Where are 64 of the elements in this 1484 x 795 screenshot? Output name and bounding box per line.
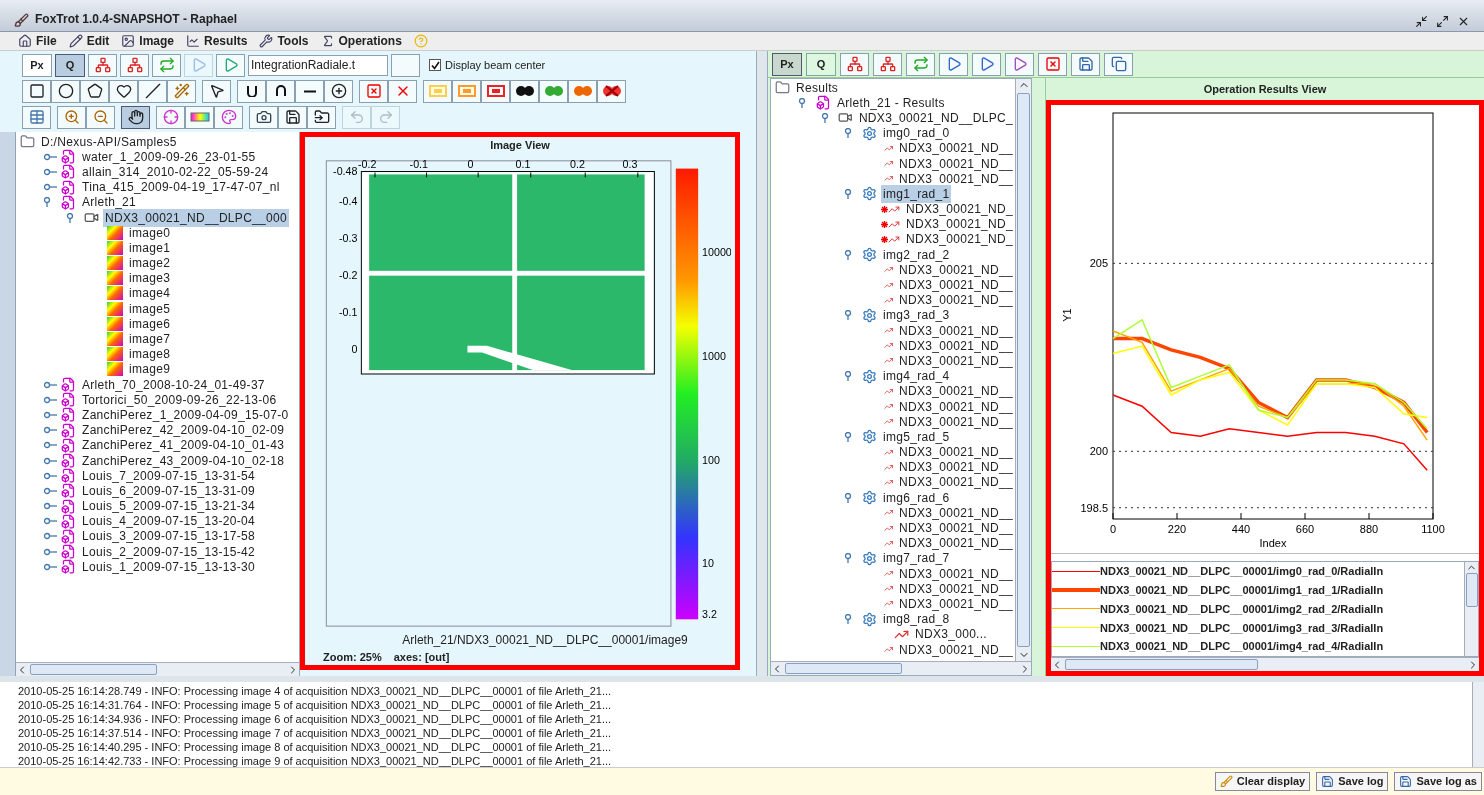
x-axis-title: Index xyxy=(1259,537,1287,549)
axis-tick-label: -0.2 xyxy=(358,157,377,170)
axis-tick-label: 0 xyxy=(467,157,474,170)
zoom-label: Zoom: 25% xyxy=(323,649,382,665)
y-axis-title: Y1 xyxy=(1061,308,1073,322)
axis-tick-label: 0.1 xyxy=(515,157,531,170)
x-tick-label: 440 xyxy=(1231,523,1251,535)
menu-item[interactable]: Image xyxy=(121,32,175,50)
axis-tick-label: -0.1 xyxy=(409,157,428,170)
color-scale-label: 10 xyxy=(702,556,714,569)
color-scale-label: 3.2 xyxy=(702,607,717,620)
axis-tick-label: -0.3 xyxy=(339,231,358,244)
color-scale-label: 10000 xyxy=(702,245,731,258)
x-tick-label: 880 xyxy=(1359,523,1379,535)
log-button[interactable]: Save log as xyxy=(1394,772,1482,791)
axis-tick-label: -0.1 xyxy=(339,305,358,318)
log-button[interactable]: Clear display xyxy=(1214,772,1311,791)
tree-node-label[interactable]: NDX3_00021_ND__DLPC__000 xyxy=(103,208,289,227)
legend-label[interactable]: NDX3_00021_ND__DLPC__00001/img0_rad_0/RadialIn xyxy=(1100,563,1384,580)
axis-tick-label: -0.48 xyxy=(333,164,358,177)
y-tick-label: 198.5 xyxy=(1080,501,1108,514)
axis-tick-label: 0.2 xyxy=(570,157,585,170)
x-tick-label: 1100 xyxy=(1421,523,1445,535)
menu-item[interactable]: Operations xyxy=(320,32,402,50)
panel-title: Image View xyxy=(490,138,550,153)
tree-node-label[interactable]: allain_314_2010-02-22_05-59-24 xyxy=(80,162,271,181)
color-scale-label: 1000 xyxy=(702,349,726,362)
tree-node-label[interactable]: D:/Nexus-API/Samples5 xyxy=(39,132,179,151)
x-tick-label: 660 xyxy=(1295,523,1315,535)
panel-title: Operation Results View xyxy=(1203,81,1327,97)
menu-item[interactable]: Tools xyxy=(259,32,309,50)
image-caption: Arleth_21/NDX3_00021_ND__DLPC__00001/image9 xyxy=(402,631,688,649)
menu-item[interactable]: Results xyxy=(186,32,248,50)
menu-item[interactable]: Edit xyxy=(68,32,110,50)
x-tick-label: 220 xyxy=(1167,523,1187,535)
axis-tick-label: 0 xyxy=(351,342,358,355)
menu-item[interactable]: File xyxy=(18,32,57,50)
axis-tick-label: 0.3 xyxy=(622,157,638,170)
color-scale-label: 100 xyxy=(702,453,720,466)
unit-toggle[interactable]: Q xyxy=(55,53,85,77)
axis-tick-label: -0.2 xyxy=(339,268,358,281)
log-line: 2010-05-25 16:14:42.733 - INFO: Processing image 9 of acquisition NDX3_00021_ND__DLPC__00001 of file Arleth_21... xyxy=(18,754,613,768)
x-tick-label: 0 xyxy=(1109,523,1117,535)
window-title: FoxTrot 1.0.4-SNAPSHOT - Raphael xyxy=(35,11,238,28)
log-line: 2010-05-25 16:14:31.764 - INFO: Processing image 5 of acquisition NDX3_00021_ND__DLPC__00001 of file Arleth_21... xyxy=(18,698,613,712)
unit-toggle[interactable]: Px xyxy=(22,53,52,77)
axes-label: axes: [out] xyxy=(393,649,450,665)
legend-label[interactable]: NDX3_00021_ND__DLPC__00001/img2_rad_2/RadialIn xyxy=(1100,600,1384,618)
log-line: 2010-05-25 16:14:40.295 - INFO: Processing image 8 of acquisition NDX3_00021_ND__DLPC__00001 of file Arleth_21... xyxy=(18,740,613,754)
unit-toggle[interactable]: Q xyxy=(806,52,836,76)
script-field[interactable]: IntegrationRadiale.t xyxy=(248,54,388,76)
y-tick-label: 200 xyxy=(1089,445,1108,458)
log-line: 2010-05-25 16:14:34.936 - INFO: Processing image 6 of acquisition NDX3_00021_ND__DLPC__00001 of file Arleth_21... xyxy=(18,712,613,726)
beam-center-checkbox[interactable]: Display beam center xyxy=(429,56,546,74)
log-line: 2010-05-25 16:14:28.749 - INFO: Processing image 4 of acquisition NDX3_00021_ND__DLPC__00001 of file Arleth_21... xyxy=(18,684,613,698)
y-tick-label: 205 xyxy=(1089,257,1108,270)
legend-label[interactable]: NDX3_00021_ND__DLPC__00001/img4_rad_4/RadialIn xyxy=(1100,638,1384,655)
axis-tick-label: -0.4 xyxy=(339,194,358,207)
legend-label[interactable]: NDX3_00021_ND__DLPC__00001/img3_rad_3/RadialIn xyxy=(1100,619,1384,637)
log-button[interactable]: Save log xyxy=(1316,772,1389,791)
unit-toggle[interactable]: Px xyxy=(772,52,802,76)
log-line: 2010-05-25 16:14:37.514 - INFO: Processing image 7 of acquisition NDX3_00021_ND__DLPC__00001 of file Arleth_21... xyxy=(18,726,613,740)
tree-node-label[interactable]: img1_rad_1 xyxy=(881,184,952,203)
legend-label[interactable]: NDX3_00021_ND__DLPC__00001/img1_rad_1/RadialIn xyxy=(1100,581,1384,599)
